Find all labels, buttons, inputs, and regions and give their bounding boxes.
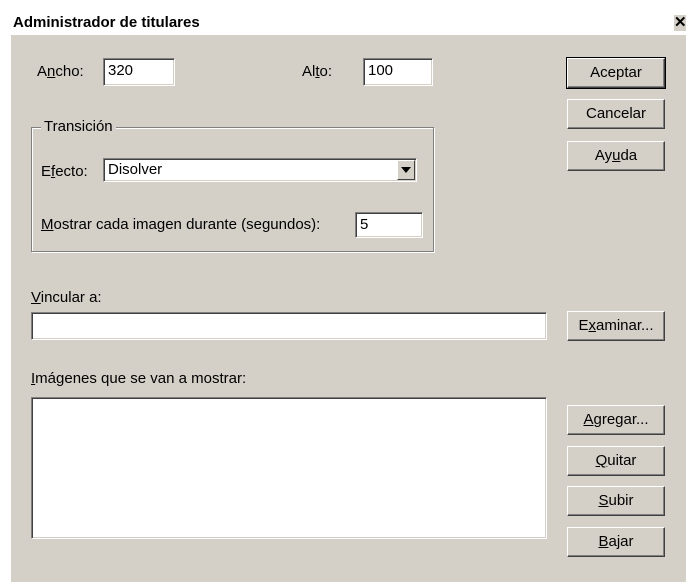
remove-button[interactable]: Quitar [567, 446, 665, 476]
width-label: Ancho: [37, 63, 84, 80]
help-button[interactable]: Ayuda [567, 141, 665, 171]
chevron-down-icon[interactable] [397, 160, 415, 180]
link-label: Vincular a: [31, 289, 102, 306]
add-button[interactable]: Agregar... [567, 405, 665, 435]
duration-input[interactable]: 5 [355, 212, 423, 238]
effect-label: Efecto: [41, 163, 88, 180]
close-icon[interactable]: ✕ [673, 15, 686, 31]
width-input[interactable]: 320 [103, 58, 175, 86]
effect-select-value: Disolver [108, 161, 163, 178]
title-bar: Administrador de titulares ✕ [11, 11, 686, 35]
accept-button[interactable]: Aceptar [566, 57, 666, 89]
images-label: Imágenes que se van a mostrar: [31, 370, 247, 387]
move-up-button[interactable]: Subir [567, 486, 665, 516]
effect-select[interactable]: Disolver [103, 158, 417, 182]
duration-label: Mostrar cada imagen durante (segundos): [41, 216, 321, 233]
height-input[interactable]: 100 [363, 58, 433, 86]
window-title: Administrador de titulares [13, 14, 200, 31]
images-listbox[interactable] [31, 397, 547, 539]
link-input[interactable] [31, 312, 547, 340]
cancel-button[interactable]: Cancelar [567, 99, 665, 129]
transition-group-label: Transición [41, 118, 116, 136]
move-down-button[interactable]: Bajar [567, 527, 665, 557]
browse-button[interactable]: Examinar... [567, 311, 665, 341]
banner-manager-dialog: Administrador de titulares ✕ Ancho: 320 … [11, 11, 686, 582]
height-label: Alto: [302, 63, 333, 80]
